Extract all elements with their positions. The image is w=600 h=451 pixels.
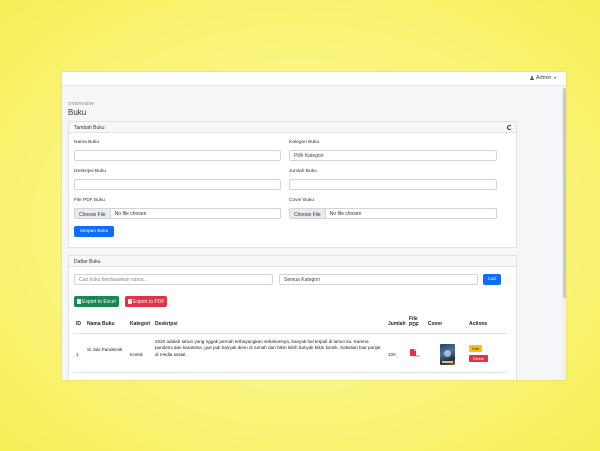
book-cover-image	[440, 344, 455, 365]
vertical-scrollbar[interactable]	[562, 86, 566, 380]
excel-file-icon	[77, 299, 81, 304]
caret-down-icon	[554, 77, 556, 79]
choose-file-button[interactable]: Choose File	[75, 209, 111, 218]
export-excel-label: Export to Excel	[82, 298, 116, 305]
column-header-actions: Actions	[469, 321, 488, 327]
add-book-card-header: Tambah Buku	[69, 122, 516, 133]
browser-window: Admin OVERVIEW Buku Tambah Buku Nama Buk…	[62, 72, 566, 380]
book-list-card-header: Daftar Buku	[69, 256, 516, 267]
cover-buku-label: Cover Buku	[289, 198, 315, 203]
admin-label: Admin	[535, 75, 552, 81]
jumlah-buku-label: Jumlah Buku	[289, 169, 317, 174]
page-title: Buku	[68, 108, 87, 117]
export-excel-button[interactable]: Export to Excel	[74, 296, 119, 307]
row-kategori: Komik	[130, 352, 143, 357]
nama-buku-input[interactable]	[74, 150, 281, 161]
deskripsi-buku-label: Deskripsi Buku	[74, 169, 106, 174]
column-header-id: ID	[76, 321, 81, 327]
add-book-title: Tambah Buku	[74, 125, 105, 131]
book-list-title: Daftar Buku	[74, 259, 101, 265]
main-content: OVERVIEW Buku Tambah Buku Nama Buku Kate…	[62, 86, 562, 380]
file-status: No file chosen	[114, 210, 147, 217]
row-id: 1	[76, 352, 79, 357]
save-book-button[interactable]: Simpan Buku	[74, 226, 114, 237]
pdf-link-label: PDF	[415, 355, 420, 358]
column-header-deskripsi: Deskripsi	[155, 321, 178, 327]
scrollbar-thumb[interactable]	[562, 88, 566, 298]
file-pdf-input[interactable]: Choose File No file chosen	[74, 208, 281, 219]
row-deskripsi: 2020 adalah tahun yang nggak pernah terb…	[155, 339, 381, 357]
add-book-card: Tambah Buku Nama Buku Kategori Buku Pili…	[68, 121, 517, 248]
column-header-jumlah: Jumlah	[388, 321, 406, 327]
deskripsi-buku-input[interactable]	[74, 179, 281, 190]
search-button[interactable]: Cari	[483, 274, 501, 285]
refresh-icon[interactable]	[507, 124, 512, 130]
cover-file-input[interactable]: Choose File No file chosen	[289, 208, 497, 219]
delete-button[interactable]: Delete	[469, 355, 488, 362]
choose-cover-button[interactable]: Choose File	[290, 209, 326, 218]
export-pdf-label: Export to PDF	[133, 298, 165, 305]
user-icon	[529, 75, 535, 81]
kategori-select[interactable]: Pilih Kategori	[289, 150, 497, 161]
row-jumlah: 100	[388, 352, 396, 357]
column-header-kategori: Kategori	[130, 321, 151, 327]
jumlah-buku-input[interactable]	[289, 179, 497, 190]
table-header-divider	[73, 333, 507, 334]
book-list-card: Daftar Buku Cari buku berdasarkan nama..…	[68, 255, 517, 380]
edit-button[interactable]: Edit	[469, 345, 482, 352]
pdf-file-icon	[128, 299, 132, 304]
kategori-buku-label: Kategori Buku	[289, 140, 320, 145]
export-pdf-button[interactable]: Export to PDF	[125, 296, 168, 307]
page-overline: OVERVIEW	[68, 101, 94, 106]
table-row-divider	[73, 372, 507, 373]
admin-dropdown[interactable]: Admin	[529, 75, 556, 81]
column-header-file-pdf: File PDF	[409, 316, 419, 328]
column-header-nama: Nama Buku	[87, 321, 115, 327]
row-nama: Si Juki Pandemik	[87, 347, 123, 352]
search-input[interactable]: Cari buku berdasarkan nama...	[74, 274, 273, 285]
cover-file-status: No file chosen	[329, 210, 362, 217]
column-header-cover: Cover	[428, 321, 443, 327]
nama-buku-label: Nama Buku	[74, 140, 100, 145]
category-filter-select[interactable]: Semua Kategori	[279, 274, 478, 285]
top-navbar: Admin	[62, 72, 566, 86]
file-pdf-label: File PDF Buku	[74, 198, 105, 203]
